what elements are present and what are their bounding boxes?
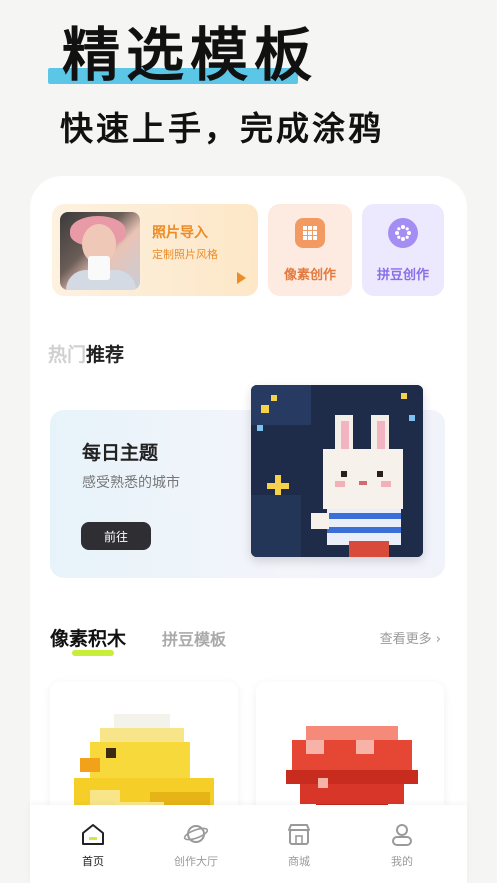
nav-creation-hall[interactable]: 创作大厅 — [156, 821, 236, 869]
photo-import-title: 照片导入 — [152, 225, 208, 241]
tab-pixel-blocks[interactable]: 像素积木 — [50, 624, 126, 651]
pixel-create-button[interactable]: 像素创作 — [268, 204, 352, 296]
nav-shop[interactable]: 商城 — [259, 821, 339, 869]
hero-subtitle: 快速上手，完成涂鸦 — [60, 109, 384, 148]
nav-mine[interactable]: 我的 — [362, 821, 442, 869]
main-card: 照片导入 定制照片风格 像素创作 拼豆创作 热门推荐 每日主题 感受熟悉的城市 … — [30, 176, 467, 883]
photo-import-button[interactable]: 照片导入 定制照片风格 — [52, 204, 258, 296]
view-more-link[interactable]: 查看更多 › — [380, 628, 441, 647]
planet-icon — [183, 825, 209, 843]
hero-title: 精选模板 — [62, 21, 319, 89]
bean-create-label: 拼豆创作 — [376, 268, 429, 283]
go-button[interactable]: 前往 — [81, 522, 151, 550]
daily-theme-title: 每日主题 — [82, 442, 159, 464]
bead-icon — [388, 218, 418, 248]
pixel-create-label: 像素创作 — [283, 268, 336, 283]
bottom-nav: 首页 创作大厅 商城 我的 — [30, 805, 467, 883]
home-icon — [82, 824, 104, 845]
photo-thumbnail — [60, 212, 140, 290]
bean-create-button[interactable]: 拼豆创作 — [362, 204, 444, 296]
shop-icon — [288, 824, 310, 845]
pixel-grid-icon — [295, 218, 325, 248]
user-icon — [392, 824, 412, 846]
bunny-pixel-art-image — [251, 385, 423, 557]
play-icon — [237, 272, 246, 284]
nav-home[interactable]: 首页 — [53, 821, 133, 869]
daily-theme-subtitle: 感受熟悉的城市 — [82, 475, 180, 491]
template-tabs: 像素积木 拼豆模板 查看更多 › — [50, 622, 445, 662]
tab-bean-templates[interactable]: 拼豆模板 — [162, 626, 226, 650]
photo-import-subtitle: 定制照片风格 — [152, 248, 218, 261]
chevron-right-icon: › — [435, 632, 441, 647]
hot-recommend-heading: 热门推荐 — [48, 344, 125, 366]
